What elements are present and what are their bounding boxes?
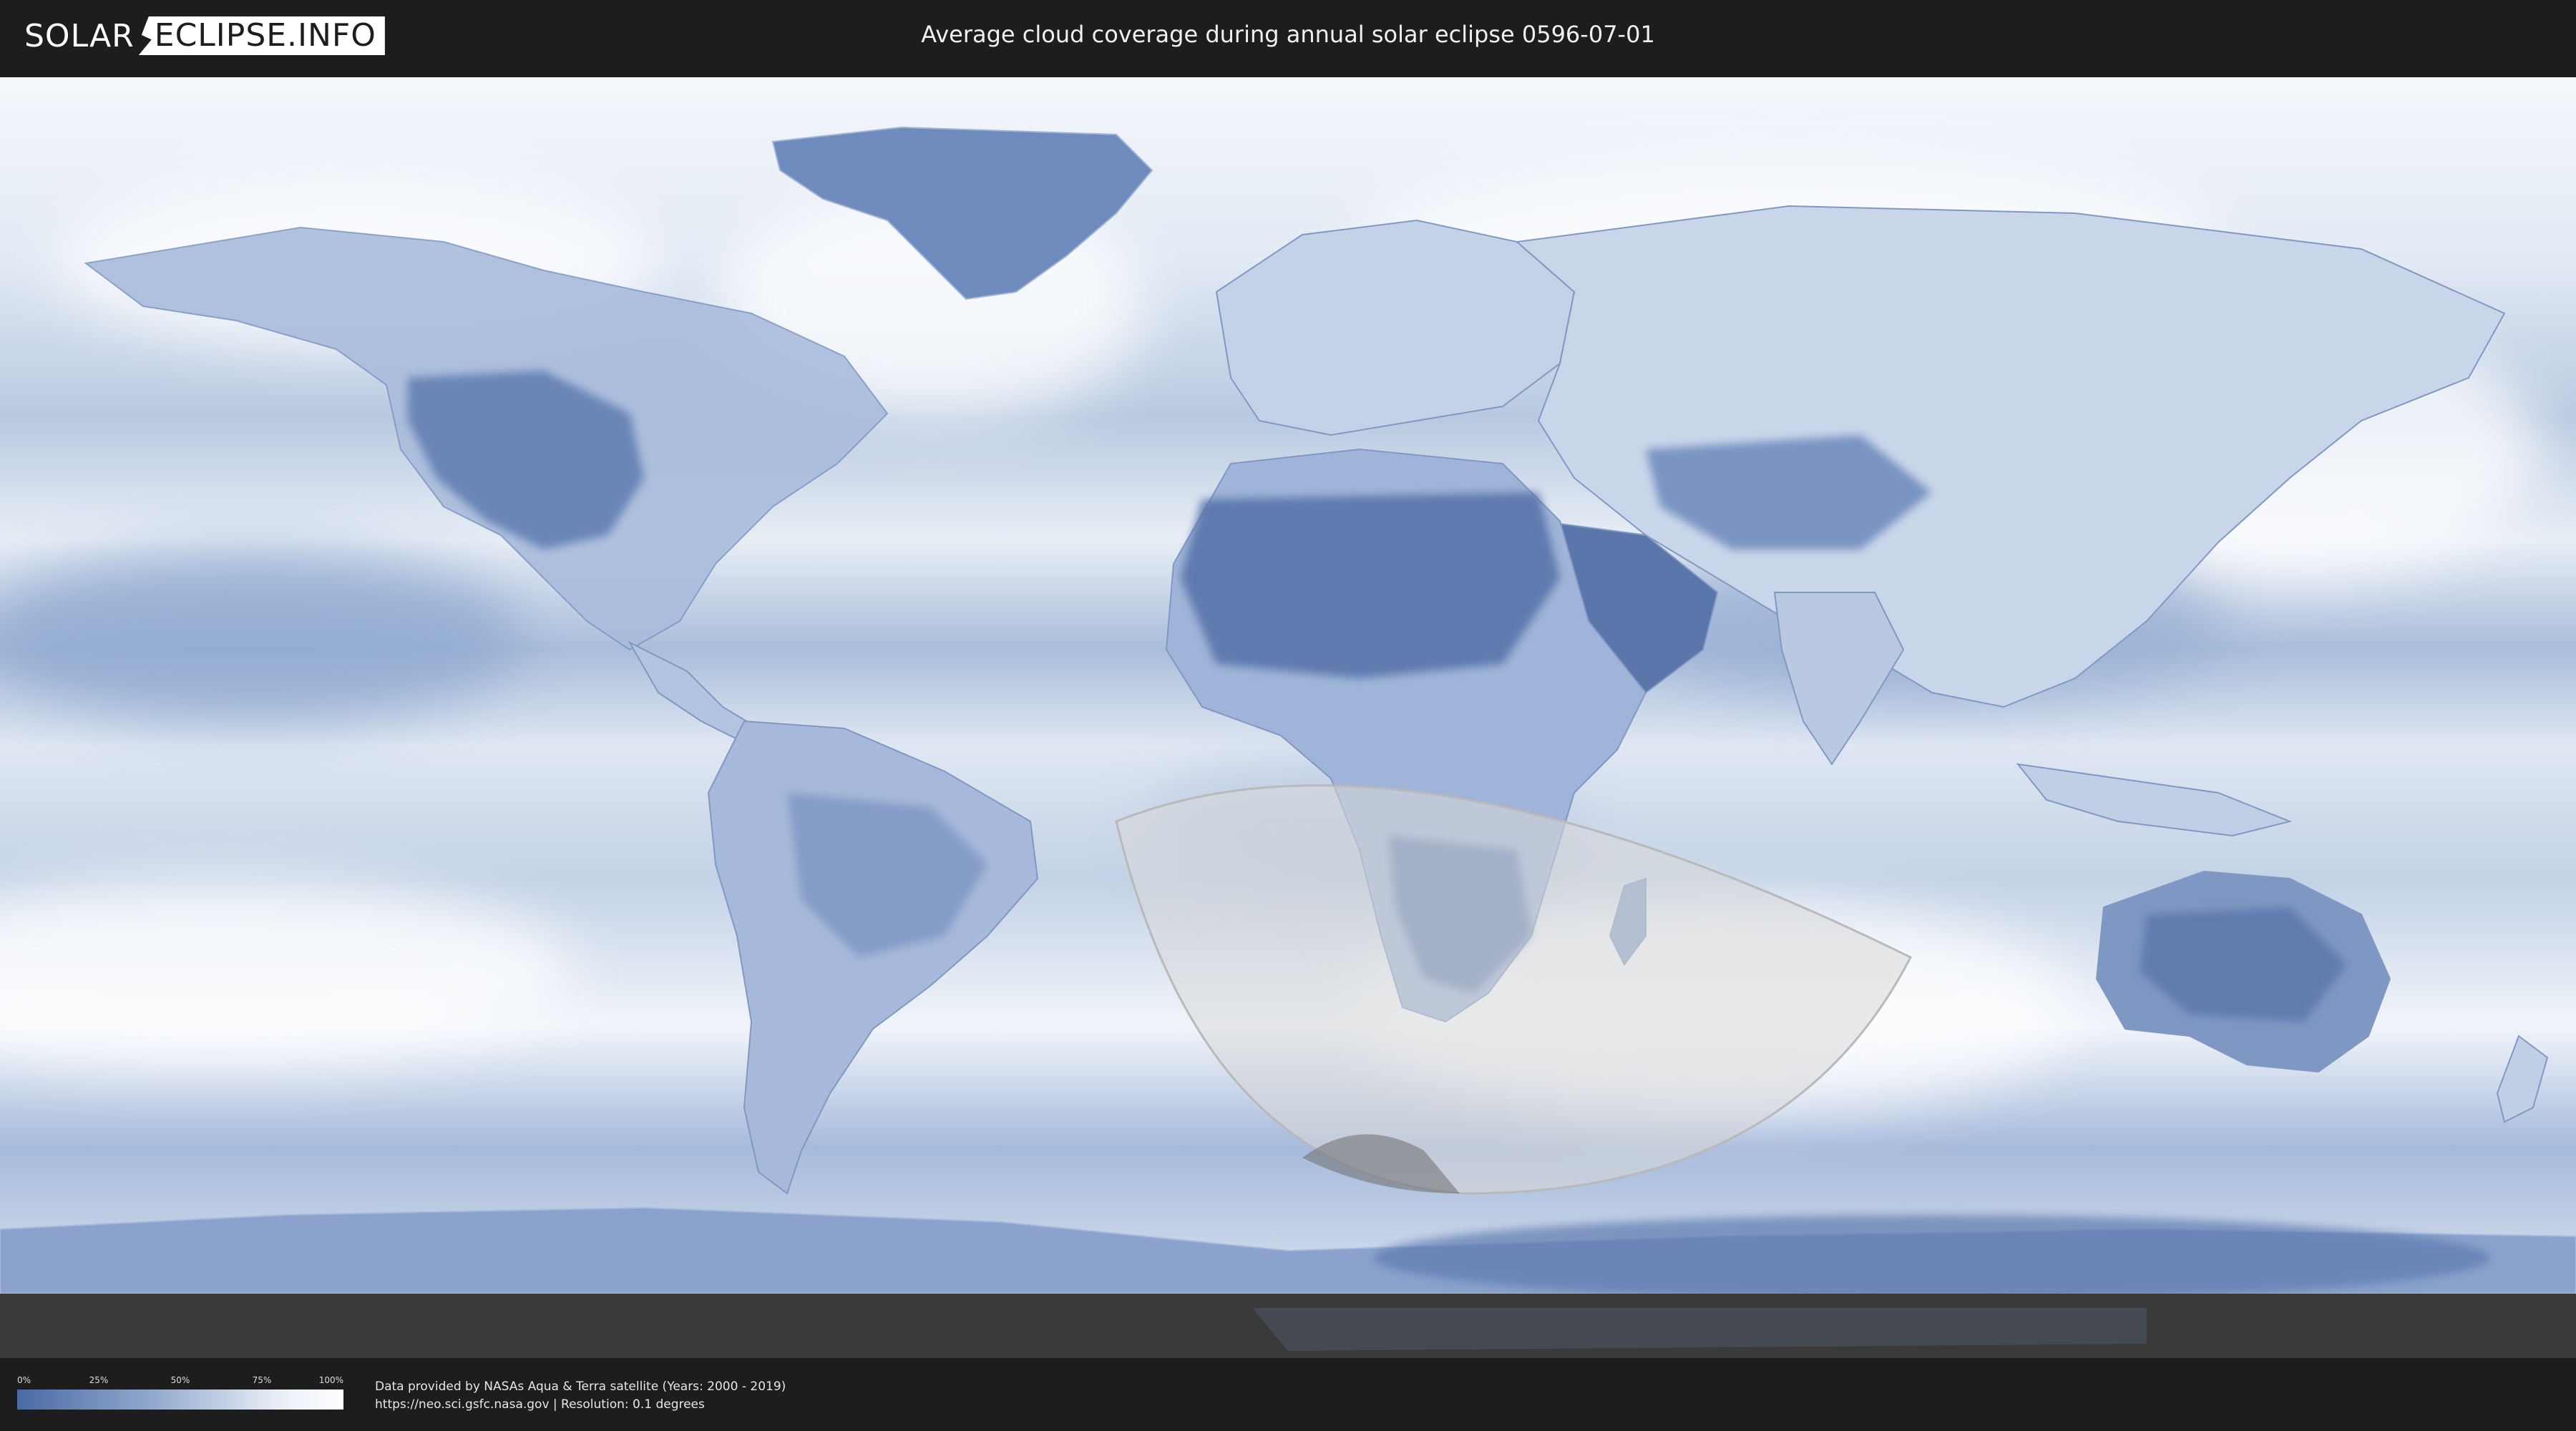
cloud-coverage-map bbox=[0, 77, 2576, 1358]
world-map bbox=[0, 77, 2576, 1358]
legend-tick-0: 0% bbox=[17, 1375, 31, 1385]
data-credits: Data provided by NASAs Aqua & Terra sate… bbox=[375, 1378, 786, 1414]
clear-sky-antarctica bbox=[1374, 1215, 2490, 1301]
legend-tick-25: 25% bbox=[89, 1375, 109, 1385]
legend-tick-75: 75% bbox=[252, 1375, 272, 1385]
legend-tick-100: 100% bbox=[318, 1375, 343, 1385]
page-title: Average cloud coverage during annual sol… bbox=[921, 21, 1655, 48]
no-data-shadow bbox=[1252, 1308, 2147, 1351]
legend-color-bar bbox=[17, 1390, 343, 1410]
credit-line-url[interactable]: https://neo.sci.gsfc.nasa.gov | Resoluti… bbox=[375, 1396, 786, 1414]
header-bar: SOLAR ECLIPSE.INFO Average cloud coverag… bbox=[0, 0, 2576, 72]
footer-bar: 0% 25% 50% 75% 100% Data provided by NAS… bbox=[0, 1358, 2576, 1431]
cloud-coverage-legend: 0% 25% 50% 75% 100% bbox=[17, 1375, 343, 1410]
clear-sky-sahara bbox=[1181, 492, 1560, 678]
legend-ticks: 0% 25% 50% 75% 100% bbox=[17, 1375, 343, 1387]
legend-tick-50: 50% bbox=[170, 1375, 190, 1385]
credit-line-source: Data provided by NASAs Aqua & Terra sate… bbox=[375, 1379, 786, 1394]
